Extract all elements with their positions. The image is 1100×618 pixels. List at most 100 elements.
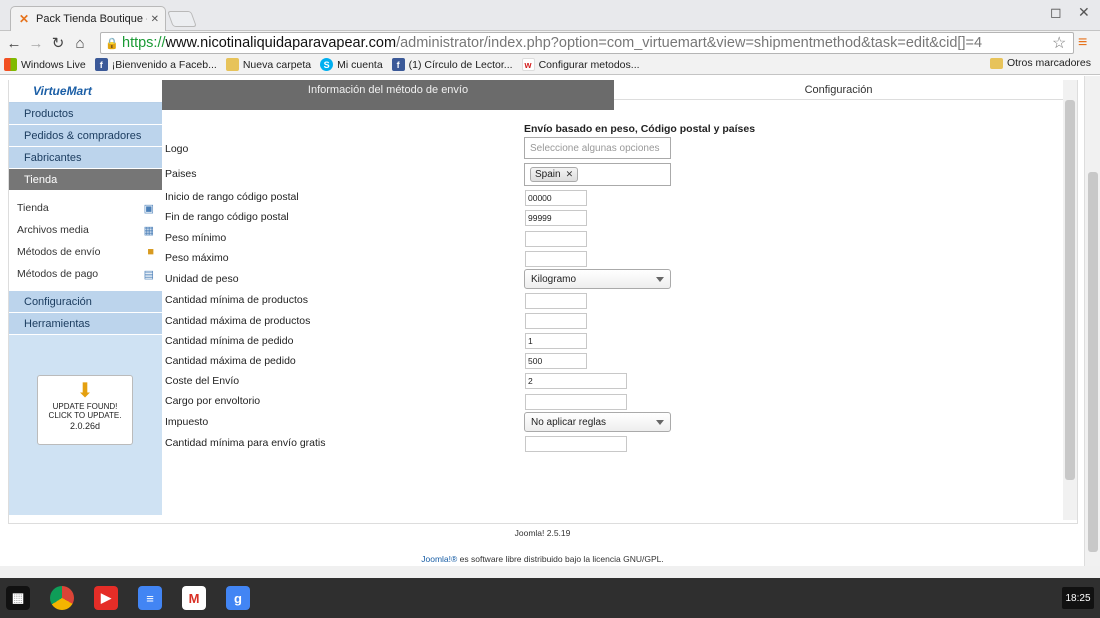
taskbar: ▦ ▶ ≡ M g 18:25 [0,578,1100,618]
joomla-link[interactable]: Joomla!® [421,554,457,564]
tax-select[interactable]: No aplicar reglas [524,412,671,432]
truck-icon: ■ [147,246,154,258]
clock[interactable]: 18:25 [1062,587,1094,609]
wallapop-icon: w [521,58,535,71]
minimize-icon[interactable]: ◻ [1050,4,1062,21]
tab-title: Pack Tienda Boutique - A [36,13,147,25]
footer-license: Joomla!® es software libre distribuido b… [421,554,664,564]
sidebar-item-tienda[interactable]: Tienda [9,169,162,191]
google-search-icon[interactable]: g [226,586,250,610]
folder-icon [989,57,1003,69]
windows-icon [4,58,17,71]
label-logo: Logo [165,143,189,155]
label-tax: Impuesto [165,416,209,428]
page-scrollbar[interactable] [1084,76,1100,566]
logo-select[interactable]: Seleccione algunas opciones [524,137,671,159]
tab-informacion[interactable]: Información del método de envío [162,80,614,110]
url-path: /administrator/index.php?option=com_virt… [396,35,983,51]
edit-tabs: Información del método de envío Configur… [162,80,1063,110]
weight-max-input[interactable] [525,251,587,267]
sidebar-sub-pago[interactable]: Métodos de pago ▤ [9,263,162,285]
label-weight-max: Peso máximo [165,252,229,264]
sidebar: VirtueMart Productos Pedidos & comprador… [9,80,162,515]
sidebar-sub-media[interactable]: Archivos media ▦ [9,219,162,241]
weight-min-input[interactable] [525,231,587,247]
gmail-icon[interactable]: M [182,586,206,610]
label-zip-start: Inicio de rango código postal [165,191,299,203]
url-scheme: https:// [122,35,166,51]
label-prod-min: Cantidad mínima de productos [165,294,308,306]
country-chip: Spain ✕ [530,167,579,182]
sidebar-sub-envio[interactable]: Métodos de envío ■ [9,241,162,263]
youtube-icon[interactable]: ▶ [94,586,118,610]
lock-icon: 🔒 [105,37,119,50]
cost-input[interactable]: 2 [525,373,627,389]
weight-unit-select[interactable]: Kilogramo [524,269,671,289]
label-package: Cargo por envoltorio [165,395,261,407]
joomla-icon: ✕ [18,12,30,26]
bookmark-star-icon[interactable]: ☆ [1052,33,1066,53]
menu-icon[interactable]: ≡ [1078,34,1087,52]
label-weight-min: Peso mínimo [165,232,227,244]
address-bar[interactable]: 🔒 https:// www.nicotinaliquidaparavapear… [100,32,1074,54]
chevron-down-icon [656,420,664,425]
remove-chip-icon[interactable]: ✕ [566,169,574,180]
label-prod-max: Cantidad máxima de productos [165,315,311,327]
sidebar-submenu: Tienda ▣ Archivos media ▦ Métodos de env… [9,191,162,291]
bookmark-facebook[interactable]: f ¡Bienvenido a Faceb... [94,58,217,71]
label-order-max: Cantidad máxima de pedido [165,355,296,367]
docs-icon[interactable]: ≡ [138,586,162,610]
facebook-icon: f [391,58,405,71]
sidebar-sub-tienda[interactable]: Tienda ▣ [9,197,162,219]
label-paises: Paises [165,168,197,180]
sidebar-item-herramientas[interactable]: Herramientas [9,313,162,335]
label-weight-unit: Unidad de peso [165,273,239,285]
chrome-icon[interactable] [50,586,74,610]
folder-icon [225,58,239,71]
bookmark-windows-live[interactable]: Windows Live [4,58,86,71]
url-domain: www.nicotinaliquidaparavapear.com [165,35,397,51]
payment-icon: ▤ [143,268,154,281]
free-shipping-input[interactable] [525,436,627,452]
bookmark-facebook-circulo[interactable]: f (1) Círculo de Lector... [391,58,513,71]
virtuemart-logo: VirtueMart [9,80,162,103]
forward-icon[interactable]: → [25,32,47,54]
new-tab-button[interactable] [167,11,197,27]
order-max-input[interactable]: 500 [525,353,587,369]
browser-tab[interactable]: ✕ Pack Tienda Boutique - A ✕ [10,6,166,31]
bookmark-folder[interactable]: Nueva carpeta [225,58,311,71]
label-order-min: Cantidad mínima de pedido [165,335,294,347]
sidebar-item-configuracion[interactable]: Configuración [9,291,162,313]
home-icon[interactable]: ⌂ [69,32,91,54]
sidebar-item-fabricantes[interactable]: Fabricantes [9,147,162,169]
zip-end-input[interactable]: 99999 [525,210,587,226]
tab-configuracion[interactable]: Configuración [614,80,1063,100]
countries-select[interactable]: Spain ✕ [524,163,671,186]
order-min-input[interactable]: 1 [525,333,587,349]
sidebar-item-productos[interactable]: Productos [9,103,162,125]
bookmark-skype[interactable]: S Mi cuenta [320,58,383,71]
zip-start-input[interactable]: 00000 [525,190,587,206]
store-icon: ▣ [143,202,154,215]
skype-icon: S [320,58,334,71]
back-icon[interactable]: ← [3,32,25,54]
form-heading: Envío basado en peso, Código postal y pa… [524,123,756,135]
package-input[interactable] [525,394,627,410]
close-tab-icon[interactable]: ✕ [151,14,159,25]
media-icon: ▦ [143,224,154,237]
footer-version: Joomla! 2.5.19 [514,528,571,538]
bookmark-configurar[interactable]: w Configurar metodos... [521,58,640,71]
page-bottom-area [0,566,1100,578]
facebook-icon: f [94,58,108,71]
app-launcher-icon[interactable]: ▦ [6,586,30,610]
label-zip-end: Fin de rango código postal [165,211,289,223]
update-button[interactable]: ⬇ UPDATE FOUND! CLICK TO UPDATE. 2.0.26d [37,375,133,445]
download-arrow-icon: ⬇ [76,380,94,402]
other-bookmarks[interactable]: Otros marcadores [989,57,1091,69]
content-scrollbar[interactable] [1063,80,1077,520]
prod-max-input[interactable] [525,313,587,329]
reload-icon[interactable]: ↻ [47,32,69,54]
close-window-icon[interactable]: ✕ [1078,4,1090,21]
sidebar-item-pedidos[interactable]: Pedidos & compradores [9,125,162,147]
prod-min-input[interactable] [525,293,587,309]
